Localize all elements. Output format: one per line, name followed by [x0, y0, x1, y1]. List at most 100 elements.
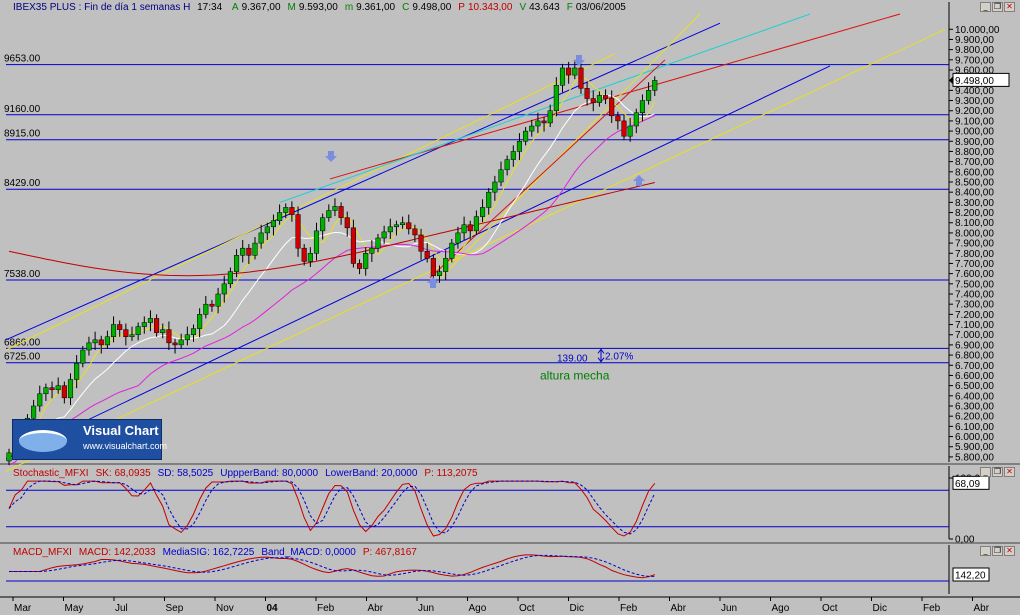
y-tick-label: 8.700,00 — [955, 157, 994, 168]
minimize-button[interactable]: _ — [980, 2, 991, 12]
macd-panel-buttons: _ ❐ ✕ — [980, 546, 1015, 556]
restore-button[interactable]: ❐ — [992, 467, 1003, 477]
close-button[interactable]: ✕ — [1004, 546, 1015, 556]
oscillator-panel-buttons: _ ❐ ✕ — [980, 467, 1015, 477]
candle-body-up — [264, 226, 270, 234]
y-tick-label: 5.900,00 — [955, 442, 994, 453]
legend-item: MediaSIG: 162,7225 — [162, 547, 255, 558]
candle-body-up — [234, 255, 240, 272]
candle-body-up — [31, 405, 37, 419]
x-tick-label: Feb — [620, 603, 638, 614]
candle-body-up — [553, 85, 559, 111]
y-tick-label: 9.800,00 — [955, 45, 994, 56]
header-field-label: M — [287, 2, 296, 13]
macd-legend: MACD_MFXI MACD: 142,2033 MediaSIG: 162,722… — [13, 547, 424, 558]
candle-body-up — [320, 217, 326, 232]
candle-body-up — [129, 334, 135, 338]
x-tick-label: Dic — [570, 603, 584, 614]
y-tick-label: 7.800,00 — [955, 249, 994, 260]
candle-body-up — [449, 242, 455, 259]
y-tick-label: 9.300,00 — [955, 96, 994, 107]
y-tick-label: 9.000,00 — [955, 127, 994, 138]
y-tick-label: 8.600,00 — [955, 167, 994, 178]
x-tick-label: Feb — [317, 603, 335, 614]
close-button[interactable]: ✕ — [1004, 467, 1015, 477]
candle-body-down — [578, 67, 584, 89]
y-tick-label: 6.300,00 — [955, 402, 994, 413]
x-tick-label: Feb — [923, 603, 941, 614]
candle-body-down — [61, 385, 67, 399]
candle-body-up — [80, 349, 86, 364]
candle-body-down — [609, 98, 615, 117]
candle-body-down — [430, 258, 436, 276]
y-tick-label: 5.800,00 — [955, 452, 994, 463]
y-tick-label: 6.200,00 — [955, 412, 994, 423]
header-field-label: F — [566, 2, 573, 13]
candle-body-up — [6, 452, 12, 462]
candle-body-up — [652, 80, 658, 91]
candle-body-up — [190, 328, 197, 335]
candle-body-down — [123, 329, 129, 338]
candle-body-up — [141, 322, 147, 327]
y-tick-label: 8.000,00 — [955, 228, 994, 239]
candle-body-down — [338, 206, 344, 218]
candle-body-down — [246, 247, 252, 256]
candle-body-down — [301, 247, 307, 262]
candle-body-down — [117, 324, 123, 330]
y-tick-label: 8.200,00 — [955, 208, 994, 219]
y-tick-label: 6.000,00 — [955, 432, 994, 443]
restore-button[interactable]: ❐ — [992, 546, 1003, 556]
x-tick-label: Nov — [216, 603, 234, 614]
candle-body-up — [473, 216, 479, 232]
x-tick-label: Abr — [974, 603, 990, 614]
y-tick-label: 8.500,00 — [955, 178, 994, 189]
candle-body-down — [172, 342, 178, 346]
candle-body-down — [209, 303, 215, 307]
candle-body-up — [111, 324, 117, 338]
restore-button[interactable]: ❐ — [992, 2, 1003, 12]
minimize-button[interactable]: _ — [980, 546, 991, 556]
candle-body-up — [197, 314, 203, 329]
candle-body-up — [55, 385, 61, 390]
minimize-button[interactable]: _ — [980, 467, 991, 477]
y-tick-label: 7.300,00 — [955, 300, 994, 311]
close-button[interactable]: ✕ — [1004, 2, 1015, 12]
candle-body-up — [400, 222, 406, 226]
price-panel-buttons: _ ❐ ✕ — [980, 2, 1015, 12]
horizontal-level-label: 6725.00 — [4, 352, 41, 363]
horizontal-level-label: 8429.00 — [4, 178, 41, 189]
horizontal-level-label: 6866.00 — [4, 337, 41, 348]
x-tick-label: Mar — [14, 603, 32, 614]
candle-body-up — [633, 112, 639, 127]
x-tick-label: Jun — [721, 603, 737, 614]
chart-window: 5.800,00 5.900,00 6.000,00 6.100,00 6.200,00… — [0, 0, 1020, 615]
y-tick-label: 8.900,00 — [955, 137, 994, 148]
price-panel-background — [6, 2, 949, 462]
x-tick-label: Sep — [166, 603, 184, 614]
header-field-label: A — [231, 2, 239, 13]
y-tick-label: 7.100,00 — [955, 320, 994, 331]
candle-body-down — [424, 250, 430, 259]
candle-body-down — [566, 67, 572, 76]
x-tick-label: Jun — [418, 603, 434, 614]
header-field-label: V — [519, 2, 527, 13]
candle-body-up — [313, 230, 320, 254]
candle-body-down — [344, 217, 350, 229]
candle-body-up — [523, 130, 529, 142]
x-tick-label: Oct — [519, 603, 535, 614]
y-tick-label: 7.400,00 — [955, 290, 994, 301]
legend-item: LowerBand: 20,0000 — [325, 468, 418, 479]
candle-body-up — [258, 232, 264, 244]
y-tick-label: 6.800,00 — [955, 351, 994, 362]
candle-body-up — [504, 159, 510, 171]
candle-body-up — [547, 110, 553, 124]
candle-body-down — [49, 387, 55, 390]
chart-canvas[interactable]: 5.800,005.900,006.000,006.100,006.200,00… — [0, 0, 1020, 615]
candle-body-up — [37, 393, 43, 407]
header-field-value: 9.498,00 — [412, 2, 452, 13]
candle-body-down — [154, 318, 160, 333]
candle-body-up — [381, 231, 387, 239]
candle-body-up — [627, 125, 633, 137]
legend-item: UppperBand: 80,0000 — [220, 468, 319, 479]
candle-body-up — [510, 151, 516, 160]
